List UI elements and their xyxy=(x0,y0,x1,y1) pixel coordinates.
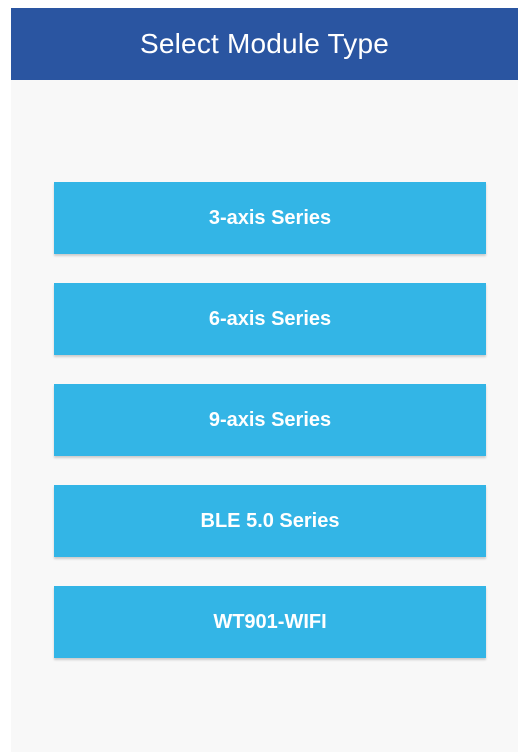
module-button-label: 3-axis Series xyxy=(208,206,332,229)
module-button-wt901-wifi[interactable]: WT901-WIFI xyxy=(54,586,486,658)
module-button-6-axis[interactable]: 6-axis Series xyxy=(54,283,486,355)
module-button-label: WT901-WIFI xyxy=(213,610,327,633)
module-button-3-axis[interactable]: 3-axis Series xyxy=(54,182,486,254)
module-button-label: BLE 5.0 Series xyxy=(200,509,340,532)
page-title: Select Module Type xyxy=(139,28,389,59)
module-type-list: 3-axis Series 6-axis Series 9-axis Serie… xyxy=(54,182,486,687)
module-button-label: 6-axis Series xyxy=(208,307,332,330)
app-screen: Select Module Type 3-axis Series 6-axis … xyxy=(11,8,518,752)
module-button-ble-5-0[interactable]: BLE 5.0 Series xyxy=(54,485,486,557)
app-bar: Select Module Type xyxy=(11,8,518,80)
module-button-label: 9-axis Series xyxy=(208,408,332,431)
module-button-9-axis[interactable]: 9-axis Series xyxy=(54,384,486,456)
